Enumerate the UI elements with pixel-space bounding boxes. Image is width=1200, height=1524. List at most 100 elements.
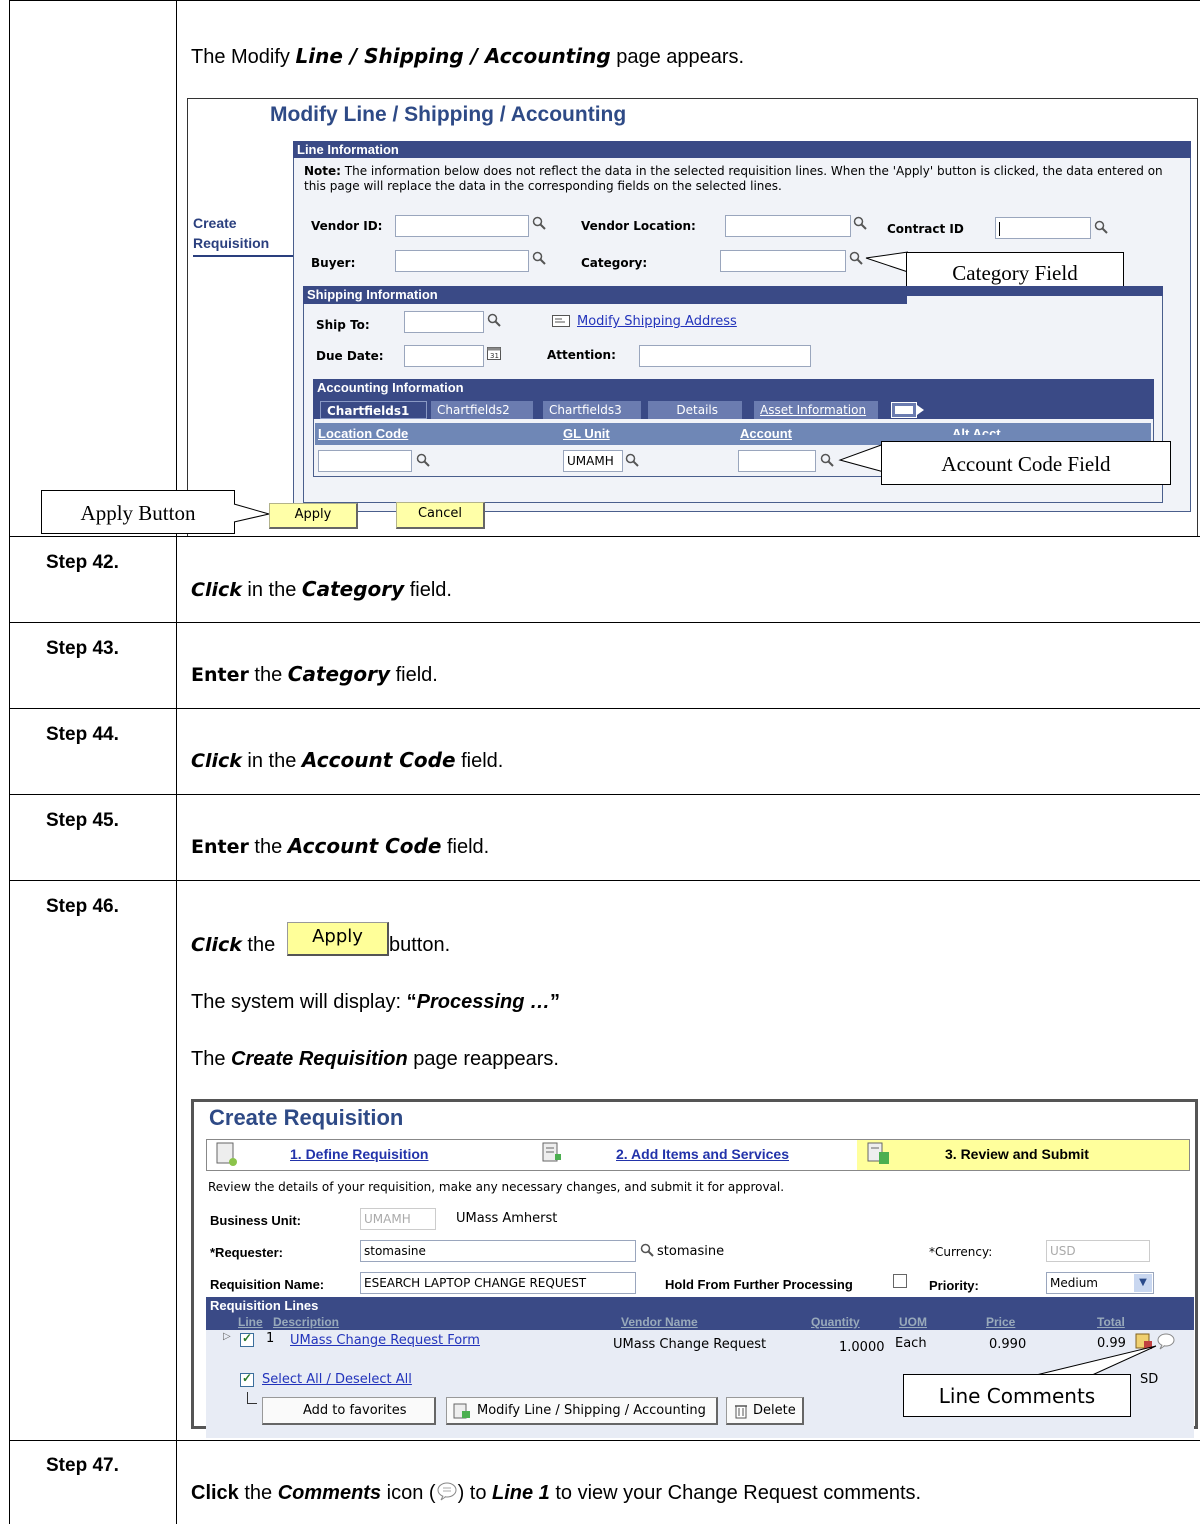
account-callout-pointer [838, 443, 885, 473]
add-to-favorites-button[interactable]: Add to favorites [262, 1397, 436, 1425]
line-comments-callout: Line Comments [903, 1374, 1131, 1417]
step-review-submit: 3. Review and Submit [945, 1146, 1089, 1162]
due-date-input[interactable] [404, 345, 484, 367]
search-icon[interactable] [532, 216, 546, 230]
step-number: Step 46. [46, 896, 119, 917]
step-46-button-suffix: button. [389, 934, 451, 956]
vendor-id-input[interactable] [395, 215, 529, 237]
shipping-header-extension [906, 286, 1163, 296]
priority-label: Priority: [929, 1278, 979, 1293]
processing-text: The system will display: “Processing …” [191, 991, 561, 1013]
buyer-label: Buyer: [311, 256, 356, 270]
col-uom[interactable]: UOM [899, 1315, 927, 1330]
reappears-text: The Create Requisition page reappears. [191, 1048, 559, 1070]
step-45-text: Enter the Account Code field. [191, 834, 490, 858]
cancel-button[interactable]: Cancel [396, 502, 485, 529]
buyer-input[interactable] [395, 250, 529, 272]
modify-line-button[interactable]: Modify Line / Shipping / Accounting [446, 1397, 718, 1425]
col-description[interactable]: Description [273, 1315, 339, 1330]
business-unit-field: UMAMH [360, 1208, 436, 1230]
line-vendor-name: UMass Change Request [613, 1337, 767, 1352]
account-input[interactable] [738, 450, 816, 472]
col-quantity[interactable]: Quantity [811, 1315, 860, 1330]
row-divider [9, 794, 1200, 795]
contract-id-label: Contract ID [887, 222, 964, 236]
contract-id-input[interactable] [995, 217, 1091, 239]
instructions-text: Review the details of your requisition, … [208, 1180, 785, 1194]
search-icon[interactable] [1094, 220, 1108, 234]
tab-details[interactable]: Details [648, 401, 742, 419]
line-select-checkbox[interactable] [240, 1331, 254, 1347]
search-icon[interactable] [853, 216, 867, 230]
vendor-location-input[interactable] [725, 215, 851, 237]
col-line[interactable]: Line [238, 1315, 263, 1330]
search-icon[interactable] [625, 453, 639, 467]
line-number: 1 [266, 1331, 275, 1346]
col-price[interactable]: Price [986, 1315, 1015, 1330]
requisition-name-input[interactable]: ESEARCH LAPTOP CHANGE REQUEST [360, 1272, 636, 1294]
hold-checkbox[interactable] [893, 1274, 907, 1288]
create-requisition-title: Create Requisition [209, 1105, 404, 1130]
tab-chartfields2[interactable]: Chartfields2 [431, 401, 533, 419]
row-divider [9, 1440, 1200, 1441]
comments-icon [436, 1481, 458, 1501]
chevron-down-icon[interactable]: ▼ [1134, 1274, 1152, 1292]
search-icon[interactable] [640, 1243, 654, 1257]
show-all-columns-icon[interactable] [891, 402, 925, 418]
delete-button[interactable]: Delete [726, 1397, 804, 1425]
column-account[interactable]: Account [740, 423, 792, 445]
select-all-link[interactable]: Select All / Deselect All [262, 1372, 412, 1387]
search-icon[interactable] [487, 313, 501, 327]
search-icon[interactable] [849, 251, 863, 265]
tree-connector [247, 1392, 257, 1404]
define-requisition-icon [216, 1142, 237, 1166]
accounting-information-header: Accounting Information [313, 379, 1154, 397]
apply-button[interactable]: Apply [269, 503, 358, 529]
attention-label: Attention: [547, 348, 616, 362]
row-divider [9, 622, 1200, 623]
side-link-underline [193, 255, 293, 257]
priority-select[interactable]: Medium ▼ [1046, 1272, 1154, 1294]
col-total[interactable]: Total [1097, 1315, 1125, 1330]
step-add-items[interactable]: 2. Add Items and Services [616, 1146, 789, 1162]
create-requisition-link[interactable]: Create Requisition [193, 213, 293, 253]
select-all-checkbox[interactable] [240, 1371, 254, 1387]
tab-asset-information[interactable]: Asset Information [754, 401, 878, 419]
vendor-id-label: Vendor ID: [311, 219, 383, 233]
line-price: 0.990 [989, 1337, 1027, 1352]
location-code-input[interactable] [318, 450, 412, 472]
ship-to-input[interactable] [404, 311, 484, 333]
step-define-requisition[interactable]: 1. Define Requisition [290, 1146, 428, 1162]
currency-field: USD [1046, 1240, 1150, 1262]
requester-name: stomasine [657, 1244, 725, 1259]
attention-input[interactable] [639, 345, 811, 367]
requester-input[interactable]: stomasine [360, 1240, 636, 1262]
search-icon[interactable] [820, 453, 834, 467]
step-number: Step 43. [46, 638, 119, 659]
address-icon [552, 315, 570, 327]
gl-unit-input[interactable]: UMAMH [563, 450, 623, 472]
calendar-icon[interactable]: 31 [487, 346, 501, 360]
category-input[interactable] [720, 250, 846, 272]
line-uom: Each [895, 1336, 927, 1351]
tab-chartfields3[interactable]: Chartfields3 [543, 401, 641, 419]
column-location-code[interactable]: Location Code [318, 423, 408, 445]
table-col-divider [176, 0, 177, 1524]
column-alt-acct[interactable]: Alt Acct [952, 423, 1001, 435]
category-label: Category: [581, 256, 648, 270]
step-46-text: Click the [191, 934, 276, 956]
line-description-link[interactable]: UMass Change Request Form [290, 1333, 480, 1348]
expand-arrow-icon[interactable]: ▷ [223, 1331, 231, 1342]
modify-shipping-address-link[interactable]: Modify Shipping Address [577, 314, 737, 329]
tab-chartfields1[interactable]: Chartfields1 [320, 401, 427, 419]
row-divider [9, 880, 1200, 881]
svg-text:31: 31 [490, 352, 499, 360]
step-number: Step 42. [46, 552, 119, 573]
search-icon[interactable] [416, 453, 430, 467]
column-gl-unit[interactable]: GL Unit [563, 423, 610, 445]
search-icon[interactable] [532, 251, 546, 265]
col-vendor-name[interactable]: Vendor Name [621, 1315, 698, 1330]
step-number: Step 45. [46, 810, 119, 831]
requester-label: *Requester: [210, 1245, 283, 1260]
line-information-header: Line Information [293, 141, 1191, 158]
